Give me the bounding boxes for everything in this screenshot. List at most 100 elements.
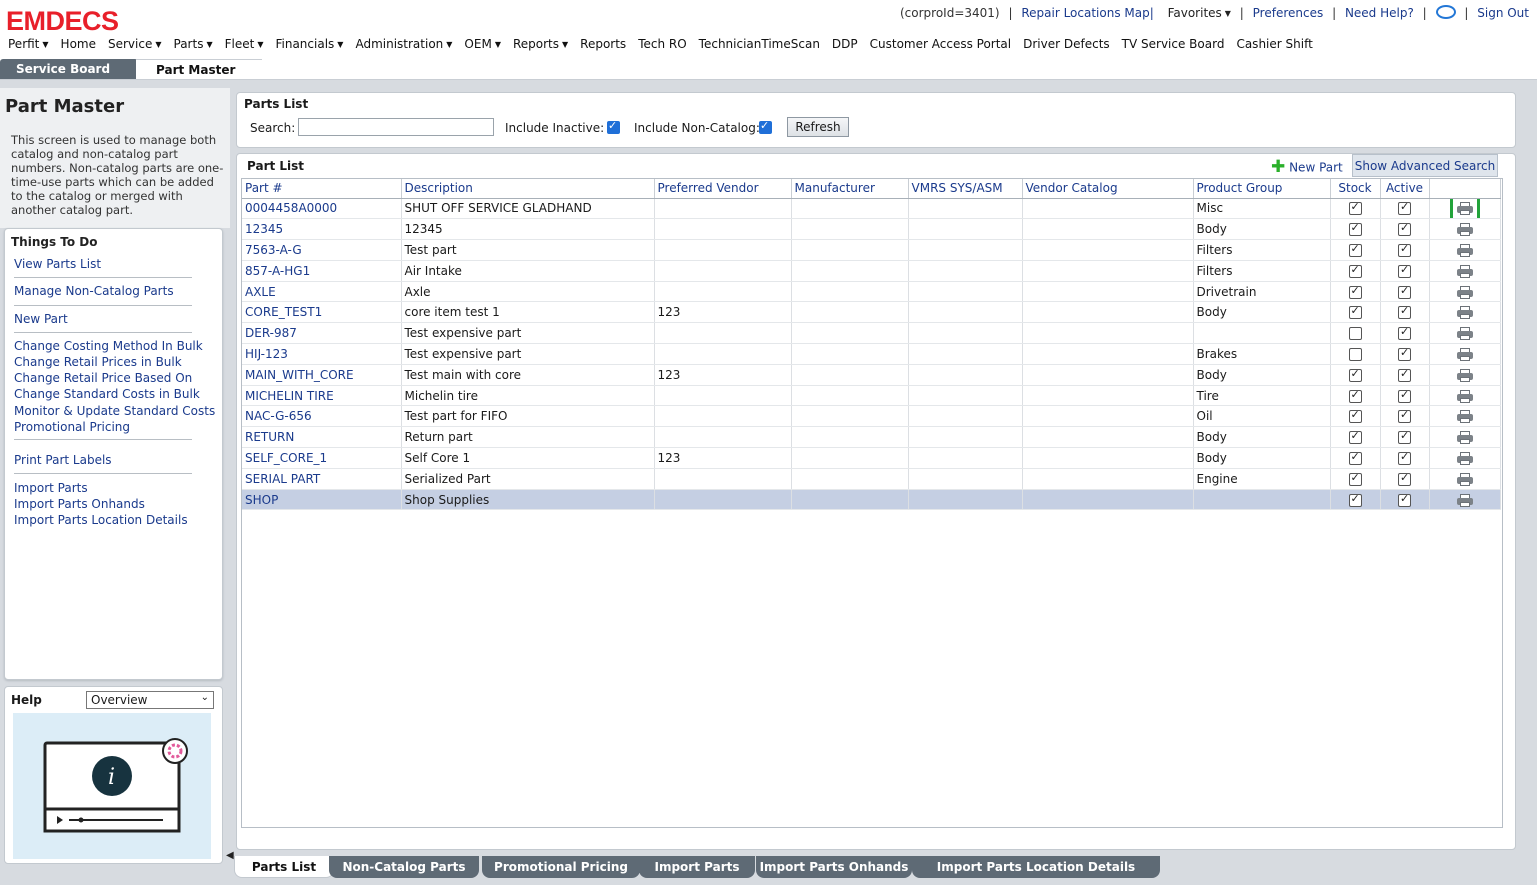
show-advanced-search-button[interactable]: Show Advanced Search [1352,154,1498,177]
cell-part[interactable]: MAIN_WITH_CORE [242,364,402,386]
stock-checkbox[interactable] [1348,492,1362,507]
cell-part[interactable]: 0004458A0000 [242,198,402,220]
printer-icon[interactable] [1456,223,1473,237]
menu-item-6[interactable]: Administration ▼ [355,37,452,51]
table-row[interactable]: 12345 12345 Body [242,218,1501,241]
printer-icon[interactable] [1456,472,1473,486]
printer-icon[interactable] [1456,410,1473,424]
table-row[interactable]: MICHELIN TIRE Michelin tire Tire [242,385,1501,407]
active-checkbox[interactable] [1398,450,1411,465]
sign-out-link[interactable]: Sign Out [1477,6,1529,20]
cell-part[interactable]: 7563-A-G [242,239,402,261]
menu-item-1[interactable]: Home [61,37,96,51]
printer-icon[interactable] [1456,431,1473,445]
help-topic-select[interactable]: Overview ⌄ [86,691,214,709]
bottom-tab-1[interactable]: Non-Catalog Parts [329,856,479,878]
stock-checkbox[interactable] [1348,221,1362,237]
menu-item-13[interactable]: Customer Access Portal [870,37,1011,51]
printer-icon[interactable] [1456,285,1473,299]
new-part-button[interactable]: ✚ New Part [1271,157,1343,178]
printer-icon[interactable] [1456,368,1473,382]
stock-checkbox[interactable] [1348,304,1362,320]
table-row[interactable]: SHOP Shop Supplies [242,489,1501,511]
active-checkbox[interactable] [1398,346,1411,361]
table-row[interactable]: NAC-G-656 Test part for FIFO Oil [242,405,1501,428]
cell-part[interactable]: SELF_CORE_1 [242,447,402,469]
column-header-4[interactable]: VMRS SYS/ASM [908,179,1023,199]
active-checkbox[interactable] [1398,242,1411,257]
cell-part[interactable]: RETURN [242,426,402,449]
emdecs-logo[interactable]: EMDECS [6,6,119,37]
menu-item-11[interactable]: TechnicianTimeScan [699,37,820,51]
todo-link-8[interactable]: Promotional Pricing [14,420,130,434]
tab-part-master[interactable]: Part Master [136,59,262,80]
printer-icon[interactable] [1456,493,1473,507]
bottom-tab-2[interactable]: Promotional Pricing [482,856,640,878]
bottom-tab-3[interactable]: Import Parts [639,856,755,878]
cell-part[interactable]: 12345 [242,218,402,241]
cell-part[interactable]: NAC-G-656 [242,405,402,428]
cell-part[interactable]: SERIAL PART [242,468,402,490]
todo-link-11[interactable]: Import Parts Onhands [14,497,145,511]
menu-item-10[interactable]: Tech RO [638,37,686,51]
active-checkbox[interactable] [1398,221,1411,237]
menu-item-9[interactable]: Reports [580,37,626,51]
table-row[interactable]: AXLE Axle Drivetrain [242,281,1501,303]
active-checkbox[interactable] [1398,388,1411,403]
menu-item-12[interactable]: DDP [832,37,858,51]
printer-icon[interactable] [1456,451,1473,465]
bottom-tab-5[interactable]: Import Parts Location Details [912,856,1160,878]
stock-checkbox[interactable] [1348,347,1362,361]
column-header-8[interactable]: Active [1380,179,1430,199]
printer-icon[interactable] [1456,389,1473,403]
todo-link-5[interactable]: Change Retail Price Based On [14,371,192,385]
stock-checkbox[interactable] [1348,450,1362,465]
todo-link-12[interactable]: Import Parts Location Details [14,513,188,527]
table-row[interactable]: RETURN Return part Body [242,426,1501,449]
table-row[interactable]: HIJ-123 Test expensive part Brakes [242,343,1501,365]
table-row[interactable]: MAIN_WITH_CORE Test main with core 123 Body [242,364,1501,386]
printer-icon[interactable] [1456,264,1473,278]
todo-link-3[interactable]: Change Costing Method In Bulk [14,339,203,353]
stock-checkbox[interactable] [1348,242,1362,257]
refresh-button[interactable]: Refresh [787,117,849,137]
table-row[interactable]: 857-A-HG1 Air Intake Filters [242,260,1501,282]
menu-item-8[interactable]: Reports ▼ [513,37,568,51]
need-help-link[interactable]: Need Help? [1345,6,1414,20]
table-row[interactable]: DER-987 Test expensive part [242,322,1501,345]
todo-link-10[interactable]: Import Parts [14,481,88,495]
active-checkbox[interactable] [1398,284,1411,299]
todo-link-1[interactable]: Manage Non-Catalog Parts [14,284,174,298]
todo-link-4[interactable]: Change Retail Prices in Bulk [14,355,182,369]
active-checkbox[interactable] [1398,471,1411,486]
bottom-tab-4[interactable]: Import Parts Onhands [756,856,912,878]
cell-part[interactable]: 857-A-HG1 [242,260,402,282]
cell-part[interactable]: HIJ-123 [242,343,402,365]
stock-checkbox[interactable] [1348,200,1362,216]
preferences-link[interactable]: Preferences [1253,6,1324,20]
stock-checkbox[interactable] [1348,327,1362,341]
printer-icon[interactable] [1449,198,1480,218]
cell-part[interactable]: DER-987 [242,322,402,345]
include-inactive-checkbox[interactable] [607,119,620,134]
todo-link-2[interactable]: New Part [14,312,68,326]
help-video-thumbnail[interactable]: i [13,713,211,859]
search-input[interactable] [298,118,494,136]
stock-checkbox[interactable] [1348,284,1362,299]
stock-checkbox[interactable] [1348,367,1362,382]
todo-link-6[interactable]: Change Standard Costs in Bulk [14,387,200,401]
printer-icon[interactable] [1456,243,1473,257]
active-checkbox[interactable] [1398,492,1411,507]
column-header-3[interactable]: Manufacturer [791,179,909,199]
stock-checkbox[interactable] [1348,263,1362,278]
stock-checkbox[interactable] [1348,429,1362,445]
menu-item-7[interactable]: OEM ▼ [464,37,501,51]
menu-item-14[interactable]: Driver Defects [1023,37,1110,51]
stock-checkbox[interactable] [1348,388,1362,403]
stock-checkbox[interactable] [1348,471,1362,486]
active-checkbox[interactable] [1398,263,1411,278]
column-header-5[interactable]: Vendor Catalog [1022,179,1194,199]
menu-item-2[interactable]: Service ▼ [108,37,162,51]
tab-service-board[interactable]: Service Board [0,59,138,80]
active-checkbox[interactable] [1398,200,1411,216]
